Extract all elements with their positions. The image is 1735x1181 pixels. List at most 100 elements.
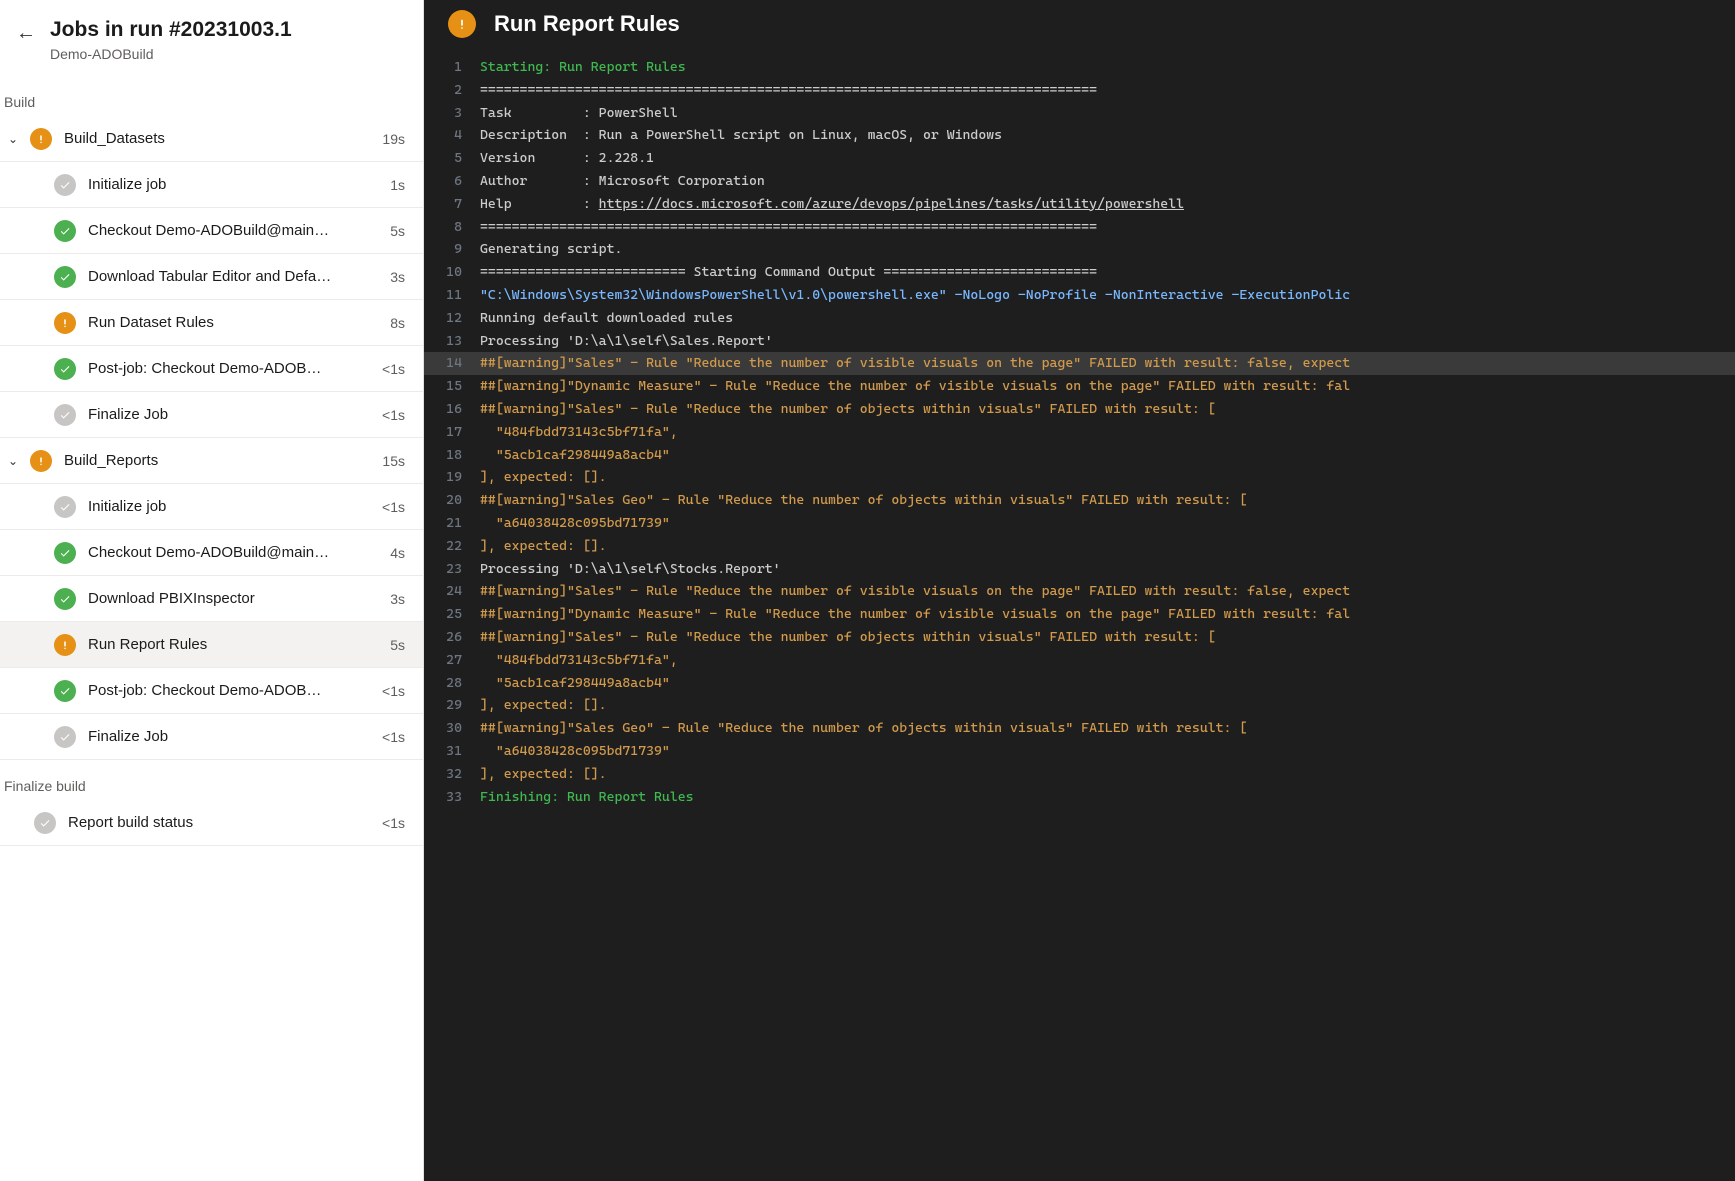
jobs-sidebar: ← Jobs in run #20231003.1 Demo-ADOBuild … xyxy=(0,0,424,1181)
skipped-icon xyxy=(54,496,76,518)
step-row[interactable]: Download PBIXInspector3s xyxy=(0,576,423,622)
step-duration: 3s xyxy=(390,269,405,285)
step-duration: 4s xyxy=(390,545,405,561)
help-link[interactable]: https://docs.microsoft.com/azure/devops/… xyxy=(599,196,1184,212)
line-text: "C:\Windows\System32\WindowsPowerShell\v… xyxy=(480,284,1735,307)
line-text: ##[warning]"Sales" - Rule "Reduce the nu… xyxy=(480,352,1735,375)
log-line[interactable]: 8=======================================… xyxy=(424,216,1735,239)
step-row[interactable]: Finalize Job<1s xyxy=(0,392,423,438)
log-line[interactable]: 15##[warning]"Dynamic Measure" - Rule "R… xyxy=(424,375,1735,398)
chevron-down-icon[interactable]: ⌄ xyxy=(8,454,30,468)
log-line[interactable]: 18 "5acb1caf298449a8acb4" xyxy=(424,444,1735,467)
log-line[interactable]: 19], expected: []. xyxy=(424,466,1735,489)
step-duration: 5s xyxy=(390,637,405,653)
log-line[interactable]: 7Help : https://docs.microsoft.com/azure… xyxy=(424,193,1735,216)
stage-duration: 15s xyxy=(382,453,405,469)
log-line[interactable]: 32], expected: []. xyxy=(424,763,1735,786)
sidebar-header: ← Jobs in run #20231003.1 Demo-ADOBuild xyxy=(0,0,423,88)
log-line[interactable]: 30##[warning]"Sales Geo" - Rule "Reduce … xyxy=(424,717,1735,740)
log-line[interactable]: 3Task : PowerShell xyxy=(424,102,1735,125)
line-text: ], expected: []. xyxy=(480,763,1735,786)
log-line[interactable]: 31 "a64038428c095bd71739" xyxy=(424,740,1735,763)
log-line[interactable]: 20##[warning]"Sales Geo" - Rule "Reduce … xyxy=(424,489,1735,512)
step-name: Post-job: Checkout Demo-ADOB… xyxy=(88,682,382,699)
log-line[interactable]: 22], expected: []. xyxy=(424,535,1735,558)
success-icon xyxy=(54,358,76,380)
log-line[interactable]: 33Finishing: Run Report Rules xyxy=(424,786,1735,809)
log-line[interactable]: 17 "484fbdd73143c5bf71fa", xyxy=(424,421,1735,444)
step-name: Checkout Demo-ADOBuild@main… xyxy=(88,544,390,561)
line-text: Processing 'D:\a\1\self\Stocks.Report' xyxy=(480,558,1735,581)
step-duration: <1s xyxy=(382,683,405,699)
chevron-down-icon[interactable]: ⌄ xyxy=(8,132,30,146)
line-text: ], expected: []. xyxy=(480,466,1735,489)
step-row[interactable]: Run Report Rules5s xyxy=(0,622,423,668)
log-line[interactable]: 16##[warning]"Sales" - Rule "Reduce the … xyxy=(424,398,1735,421)
line-number: 19 xyxy=(424,466,480,489)
line-number: 13 xyxy=(424,330,480,353)
line-number: 21 xyxy=(424,512,480,535)
log-line[interactable]: 25##[warning]"Dynamic Measure" - Rule "R… xyxy=(424,603,1735,626)
stage-row[interactable]: ⌄Build_Datasets19s xyxy=(0,116,423,162)
line-number: 27 xyxy=(424,649,480,672)
line-number: 16 xyxy=(424,398,480,421)
line-text: ========================================… xyxy=(480,216,1735,239)
step-row[interactable]: Report build status<1s xyxy=(0,800,423,846)
step-row[interactable]: Download Tabular Editor and Defa…3s xyxy=(0,254,423,300)
line-text: "a64038428c095bd71739" xyxy=(480,512,1735,535)
line-number: 25 xyxy=(424,603,480,626)
line-number: 29 xyxy=(424,694,480,717)
line-text: ##[warning]"Sales Geo" - Rule "Reduce th… xyxy=(480,489,1735,512)
line-number: 33 xyxy=(424,786,480,809)
line-text: "5acb1caf298449a8acb4" xyxy=(480,444,1735,467)
step-duration: <1s xyxy=(382,361,405,377)
log-line[interactable]: 12Running default downloaded rules xyxy=(424,307,1735,330)
step-row[interactable]: Run Dataset Rules8s xyxy=(0,300,423,346)
step-row[interactable]: Post-job: Checkout Demo-ADOB…<1s xyxy=(0,346,423,392)
log-line[interactable]: 2=======================================… xyxy=(424,79,1735,102)
log-line[interactable]: 26##[warning]"Sales" - Rule "Reduce the … xyxy=(424,626,1735,649)
step-row[interactable]: Post-job: Checkout Demo-ADOB…<1s xyxy=(0,668,423,714)
log-line[interactable]: 1Starting: Run Report Rules xyxy=(424,56,1735,79)
step-row[interactable]: Checkout Demo-ADOBuild@main…5s xyxy=(0,208,423,254)
skipped-icon xyxy=(34,812,56,834)
line-number: 18 xyxy=(424,444,480,467)
log-line[interactable]: 6Author : Microsoft Corporation xyxy=(424,170,1735,193)
warning-icon xyxy=(448,10,476,38)
step-duration: 1s xyxy=(390,177,405,193)
back-button[interactable]: ← xyxy=(16,18,36,45)
step-row[interactable]: Initialize job1s xyxy=(0,162,423,208)
stage-row[interactable]: ⌄Build_Reports15s xyxy=(0,438,423,484)
step-duration: <1s xyxy=(382,499,405,515)
log-line[interactable]: 9Generating script. xyxy=(424,238,1735,261)
step-row[interactable]: Initialize job<1s xyxy=(0,484,423,530)
log-line[interactable]: 4Description : Run a PowerShell script o… xyxy=(424,124,1735,147)
line-number: 9 xyxy=(424,238,480,261)
line-number: 2 xyxy=(424,79,480,102)
log-line[interactable]: 29], expected: []. xyxy=(424,694,1735,717)
skipped-icon xyxy=(54,174,76,196)
log-line[interactable]: 14##[warning]"Sales" - Rule "Reduce the … xyxy=(424,352,1735,375)
log-line[interactable]: 5Version : 2.228.1 xyxy=(424,147,1735,170)
step-row[interactable]: Checkout Demo-ADOBuild@main…4s xyxy=(0,530,423,576)
line-text: ##[warning]"Sales" - Rule "Reduce the nu… xyxy=(480,398,1735,421)
log-line[interactable]: 11"C:\Windows\System32\WindowsPowerShell… xyxy=(424,284,1735,307)
line-text: ], expected: []. xyxy=(480,694,1735,717)
log-line[interactable]: 21 "a64038428c095bd71739" xyxy=(424,512,1735,535)
skipped-icon xyxy=(54,726,76,748)
log-line[interactable]: 23Processing 'D:\a\1\self\Stocks.Report' xyxy=(424,558,1735,581)
log-line[interactable]: 10========================== Starting Co… xyxy=(424,261,1735,284)
page-title: Jobs in run #20231003.1 xyxy=(50,18,292,42)
line-number: 8 xyxy=(424,216,480,239)
line-text: ##[warning]"Dynamic Measure" - Rule "Red… xyxy=(480,375,1735,398)
step-row[interactable]: Finalize Job<1s xyxy=(0,714,423,760)
log-line[interactable]: 13Processing 'D:\a\1\self\Sales.Report' xyxy=(424,330,1735,353)
log-line[interactable]: 28 "5acb1caf298449a8acb4" xyxy=(424,672,1735,695)
log-panel: Run Report Rules 1Starting: Run Report R… xyxy=(424,0,1735,1181)
log-line[interactable]: 27 "484fbdd73143c5bf71fa", xyxy=(424,649,1735,672)
step-duration: 3s xyxy=(390,591,405,607)
log-body[interactable]: 1Starting: Run Report Rules2============… xyxy=(424,56,1735,1181)
log-line[interactable]: 24##[warning]"Sales" - Rule "Reduce the … xyxy=(424,580,1735,603)
line-number: 1 xyxy=(424,56,480,79)
line-text: ##[warning]"Sales" - Rule "Reduce the nu… xyxy=(480,580,1735,603)
